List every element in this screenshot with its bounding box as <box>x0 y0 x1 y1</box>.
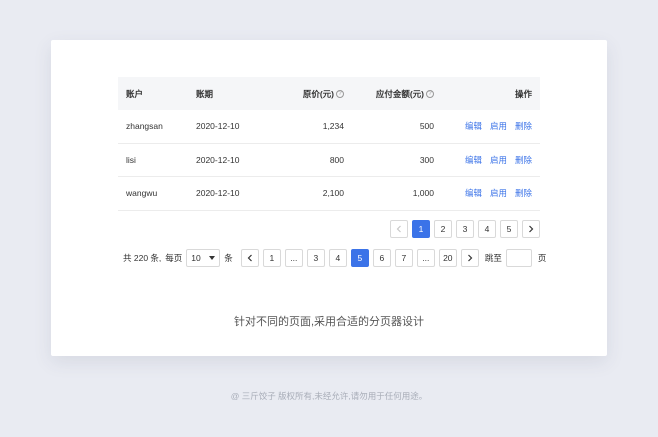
copyright-footer: @ 三斤饺子 版权所有,未经允许,请勿用于任何用途。 <box>230 391 428 401</box>
cell-account: lisi <box>126 154 136 165</box>
page-button[interactable]: 4 <box>478 220 496 238</box>
table-header: 账户 账期 原价(元)? 应付金额(元)? 操作 <box>118 77 540 110</box>
full-pagination: 共 220 条, 每页 10 条 1 ... 3 4 5 6 7 ... 20 … <box>123 249 546 267</box>
page-button[interactable]: 1 <box>412 220 430 238</box>
question-circle-icon[interactable]: ? <box>426 89 434 98</box>
table-row: zhangsan 2020-12-10 1,234 500 编辑 启用 删除 <box>118 110 540 144</box>
header-payable: 应付金额(元)? <box>344 88 434 100</box>
page-size-value: 10 <box>191 253 201 263</box>
cell-payable: 1,000 <box>412 188 434 199</box>
page-button[interactable]: 6 <box>372 249 391 267</box>
header-actions: 操作 <box>514 88 532 99</box>
per-page-label: 每页 <box>165 253 183 263</box>
page-button[interactable]: 1 <box>262 249 281 267</box>
page-button[interactable]: 2 <box>434 220 452 238</box>
chevron-right-icon <box>467 254 473 262</box>
simple-pagination: 1 2 3 4 5 <box>390 220 540 238</box>
page-button[interactable]: 5 <box>350 249 369 267</box>
cell-period: 2020-12-10 <box>196 154 240 165</box>
per-unit-label: 条 <box>224 253 233 263</box>
next-page-button[interactable] <box>522 220 540 238</box>
page-ellipsis[interactable]: ... <box>284 249 303 267</box>
delete-link[interactable]: 删除 <box>515 188 532 198</box>
data-table: 账户 账期 原价(元)? 应付金额(元)? 操作 zhangsan 2020-1… <box>118 77 540 211</box>
header-original-price-label: 原价(元) <box>302 88 334 99</box>
jump-unit-label: 页 <box>537 253 547 263</box>
prev-page-button[interactable] <box>240 249 259 267</box>
edit-link[interactable]: 编辑 <box>465 188 482 198</box>
prev-page-button[interactable] <box>390 220 408 238</box>
caption-text: 针对不同的页面,采用合适的分页器设计 <box>233 316 425 328</box>
page-button[interactable]: 3 <box>306 249 325 267</box>
header-period: 账期 <box>196 88 214 99</box>
header-account: 账户 <box>126 88 144 99</box>
header-payable-label: 应付金额(元) <box>375 88 424 99</box>
question-circle-icon[interactable]: ? <box>336 89 344 98</box>
header-original-price: 原价(元)? <box>274 88 344 100</box>
jump-page-input[interactable] <box>505 249 532 267</box>
page-button[interactable]: 5 <box>500 220 518 238</box>
page-ellipsis[interactable]: ... <box>416 249 435 267</box>
table-row: wangwu 2020-12-10 2,100 1,000 编辑 启用 删除 <box>118 177 540 211</box>
cell-payable: 500 <box>419 121 434 132</box>
cell-original-price: 2,100 <box>322 188 344 199</box>
cell-original-price: 1,234 <box>322 121 344 132</box>
cell-period: 2020-12-10 <box>196 121 240 132</box>
chevron-left-icon <box>396 225 401 233</box>
cell-actions: 编辑 启用 删除 <box>434 120 540 132</box>
cell-original-price: 800 <box>329 154 344 165</box>
cell-actions: 编辑 启用 删除 <box>434 154 540 166</box>
edit-link[interactable]: 编辑 <box>465 121 482 131</box>
jump-label: 跳至 <box>484 253 502 263</box>
chevron-right-icon <box>529 225 534 233</box>
delete-link[interactable]: 删除 <box>515 155 532 165</box>
enable-link[interactable]: 启用 <box>490 188 507 198</box>
enable-link[interactable]: 启用 <box>490 121 507 131</box>
delete-link[interactable]: 删除 <box>515 121 532 131</box>
page-size-select[interactable]: 10 <box>186 249 221 267</box>
cell-period: 2020-12-10 <box>196 188 240 199</box>
enable-link[interactable]: 启用 <box>490 155 507 165</box>
cell-payable: 300 <box>419 154 434 165</box>
page-button[interactable]: 20 <box>438 249 457 267</box>
total-count-text: 共 220 条, <box>123 253 162 263</box>
page-button[interactable]: 4 <box>328 249 347 267</box>
chevron-left-icon <box>247 254 252 262</box>
page-button[interactable]: 7 <box>394 249 413 267</box>
content-card: 账户 账期 原价(元)? 应付金额(元)? 操作 zhangsan 2020-1… <box>51 40 607 356</box>
edit-link[interactable]: 编辑 <box>465 155 482 165</box>
table-row: lisi 2020-12-10 800 300 编辑 启用 删除 <box>118 144 540 177</box>
cell-account: zhangsan <box>126 121 163 132</box>
cell-account: wangwu <box>126 188 158 199</box>
page-button[interactable]: 3 <box>456 220 474 238</box>
caret-down-icon <box>209 256 216 260</box>
next-page-button[interactable] <box>460 249 479 267</box>
cell-actions: 编辑 启用 删除 <box>434 187 540 199</box>
